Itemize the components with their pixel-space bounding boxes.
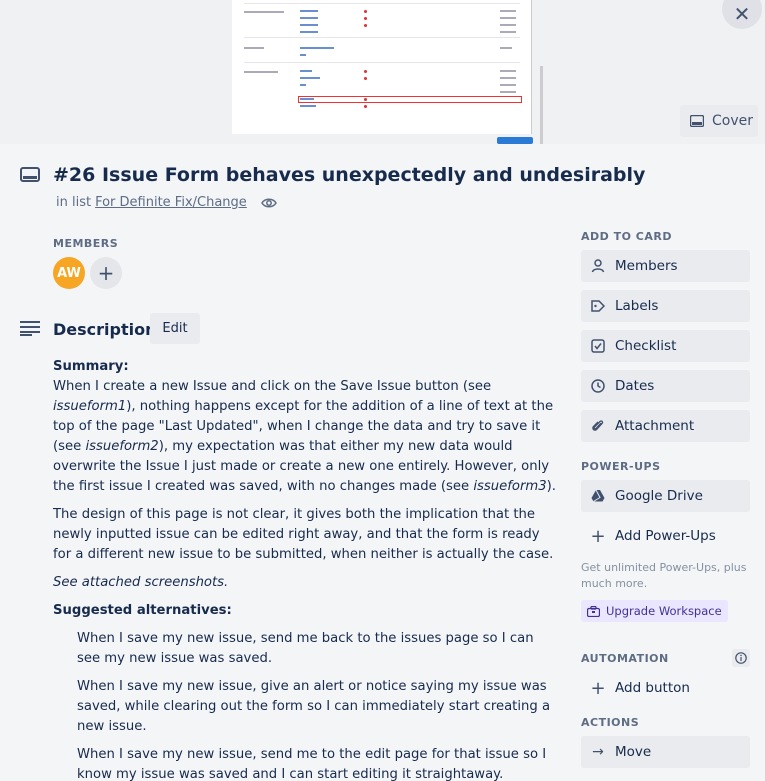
in-list-prefix: in list <box>56 195 92 210</box>
checklist-button-label: Checklist <box>615 338 677 354</box>
labels-button-label: Labels <box>615 298 659 314</box>
powerups-label: POWER-UPS <box>581 458 750 474</box>
members-button-label: Members <box>615 258 678 274</box>
info-icon[interactable] <box>732 649 750 667</box>
add-member-button[interactable]: + <box>90 257 122 289</box>
briefcase-icon <box>587 605 600 617</box>
attached-note: See attached screenshots. <box>53 573 558 593</box>
plus-icon: + <box>590 677 606 699</box>
list-item: When I save my new issue, give an alert … <box>77 679 551 734</box>
issueform3-ref: issueform3 <box>473 479 547 494</box>
edit-description-button[interactable]: Edit <box>150 313 200 344</box>
plus-icon: + <box>590 525 606 547</box>
add-button-label: Add button <box>615 680 690 696</box>
members-button[interactable]: Members <box>581 250 750 282</box>
move-button[interactable]: → Move <box>581 736 750 768</box>
actions-label-text: ACTIONS <box>581 715 640 729</box>
automation-label-text: AUTOMATION <box>581 651 669 665</box>
summary-text-4: ). <box>546 479 556 494</box>
powerups-label-text: POWER-UPS <box>581 459 661 473</box>
list-item: When I save my new issue, send me to the… <box>77 747 547 781</box>
person-icon <box>591 259 605 273</box>
card-sidebar: ADD TO CARD Members Labels Checklist Dat… <box>581 228 750 776</box>
list-item: When I save my new issue, send me back t… <box>77 631 534 666</box>
checkbox-icon <box>591 339 605 353</box>
add-to-card-label: ADD TO CARD <box>581 228 750 244</box>
alternatives-label: Suggested alternatives: <box>53 601 558 621</box>
card-title[interactable]: #26 Issue Form behaves unexpectedly and … <box>53 164 645 186</box>
add-powerups-button[interactable]: + Add Power-Ups <box>581 520 750 552</box>
in-list-line: in list For Definite Fix/Change <box>56 195 277 210</box>
card-icon <box>20 167 40 182</box>
description-body[interactable]: Summary: When I create a new Issue and c… <box>53 357 558 781</box>
arrow-right-icon: → <box>592 744 604 760</box>
design-paragraph: The design of this page is not clear, it… <box>53 507 554 562</box>
paperclip-icon <box>592 420 604 431</box>
issueform1-ref: issueform1 <box>53 399 127 414</box>
add-to-card-label-text: ADD TO CARD <box>581 229 672 243</box>
powerups-promo-text: Get unlimited Power-Ups, plus much more. <box>581 561 747 590</box>
google-drive-label: Google Drive <box>615 488 703 504</box>
move-button-label: Move <box>615 744 652 760</box>
list-link[interactable]: For Definite Fix/Change <box>95 195 247 210</box>
labels-button[interactable]: Labels <box>581 290 750 322</box>
attached-note-text: See attached screenshots. <box>53 575 229 590</box>
card-cover <box>0 0 765 144</box>
upgrade-workspace-label: Upgrade Workspace <box>606 604 722 618</box>
summary-paragraph: Summary: When I create a new Issue and c… <box>53 357 558 497</box>
cover-screenshot-image <box>232 0 532 134</box>
alternatives-list: When I save my new issue, send me back t… <box>77 629 558 781</box>
issueform2-ref: issueform2 <box>85 439 159 454</box>
add-button-button[interactable]: + Add button <box>581 672 750 704</box>
upgrade-workspace-button[interactable]: Upgrade Workspace <box>581 600 728 622</box>
cover-button[interactable]: Cover <box>680 105 758 137</box>
members-label: MEMBERS <box>53 237 119 250</box>
attachment-button-label: Attachment <box>615 418 695 434</box>
cover-icon <box>690 115 704 127</box>
checklist-button[interactable]: Checklist <box>581 330 750 362</box>
actions-label: ACTIONS <box>581 714 750 730</box>
eye-icon[interactable] <box>260 197 277 209</box>
avatar[interactable]: AW <box>53 257 85 289</box>
alternatives-label-text: Suggested alternatives: <box>53 603 232 618</box>
add-powerups-label: Add Power-Ups <box>615 528 716 544</box>
google-drive-icon <box>591 489 605 502</box>
description-title: Description <box>53 320 157 339</box>
clock-icon <box>591 379 605 393</box>
google-drive-button[interactable]: Google Drive <box>581 480 750 512</box>
attachment-button[interactable]: Attachment <box>581 410 750 442</box>
summary-label: Summary: <box>53 359 129 374</box>
summary-text-1: When I create a new Issue and click on t… <box>53 379 492 394</box>
plus-icon: + <box>97 261 115 285</box>
tag-icon <box>591 300 605 312</box>
description-icon <box>20 321 40 336</box>
dates-button-label: Dates <box>615 378 655 394</box>
cover-button-label: Cover <box>712 113 753 129</box>
automation-label: AUTOMATION <box>581 649 750 667</box>
dates-button[interactable]: Dates <box>581 370 750 402</box>
